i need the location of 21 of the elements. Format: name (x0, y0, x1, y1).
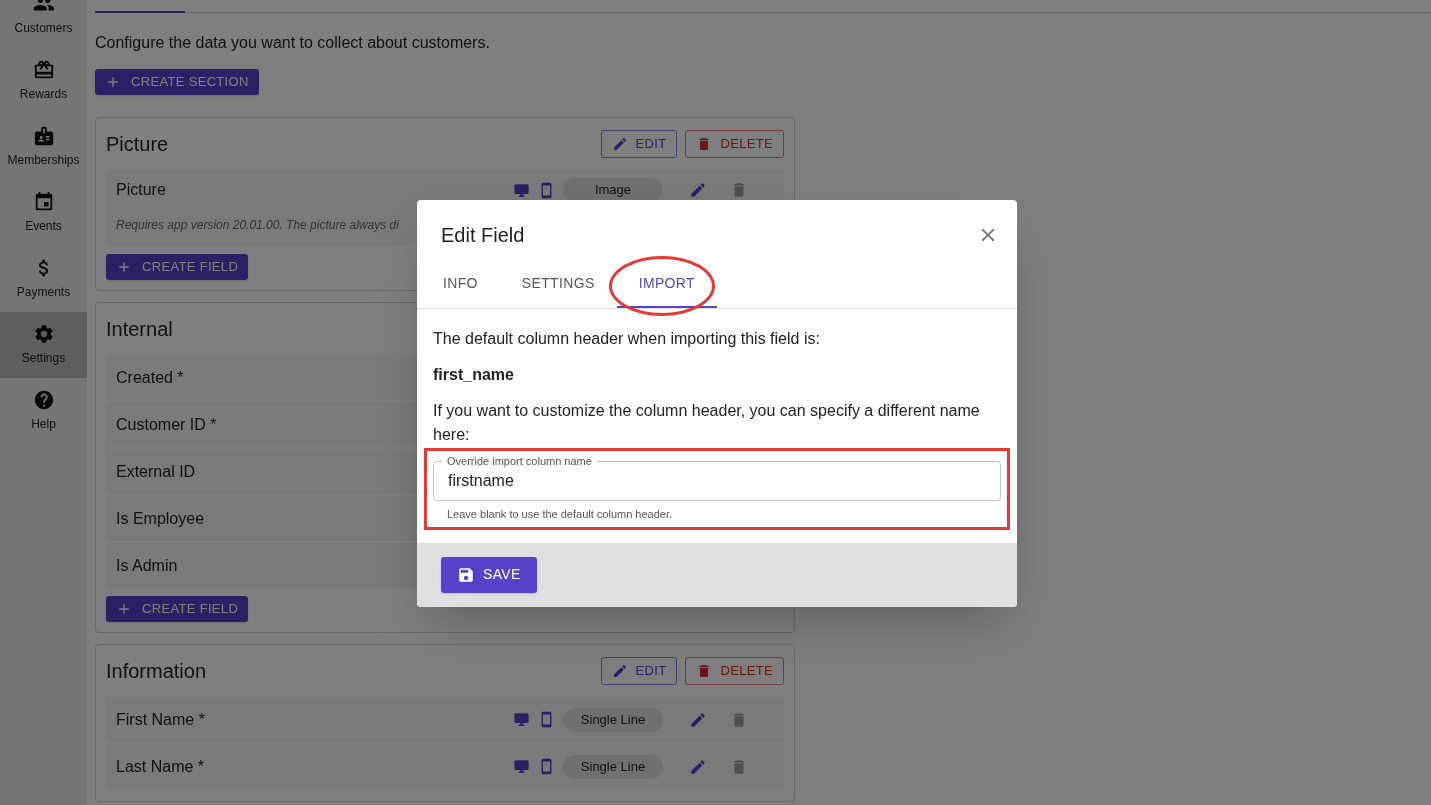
field-label: Created * (116, 367, 184, 388)
section-title: Information (106, 659, 207, 684)
field-type-chip: Single Line (563, 754, 663, 779)
field-label: Picture (116, 180, 166, 200)
field-label: Customer ID * (116, 414, 217, 435)
intro-text: Configure the data you want to collect about customers. (95, 33, 491, 53)
section-title: Picture (106, 132, 169, 157)
intro-text: The default column header when importing this field is: (433, 329, 821, 349)
field-label: Is Employee (116, 508, 205, 529)
field-description: Requires app version 20.01.00. The picture always di (116, 218, 399, 232)
field-label: Is Admin (116, 555, 178, 576)
field-label: First Name * (116, 709, 205, 730)
helper-text: Leave blank to use the default column header. (447, 507, 674, 522)
section-title: Internal (106, 317, 173, 342)
field-type-chip: Single Line (563, 707, 663, 732)
field-type-chip: Image (563, 178, 663, 202)
field-label: External ID (116, 461, 196, 482)
default-header: first_name (433, 365, 515, 385)
hint-text: If you want to customize the column header, you can specify a different name here: (433, 401, 981, 445)
field-label: Last Name * (116, 756, 205, 777)
dialog-title: Edit Field (441, 223, 525, 248)
